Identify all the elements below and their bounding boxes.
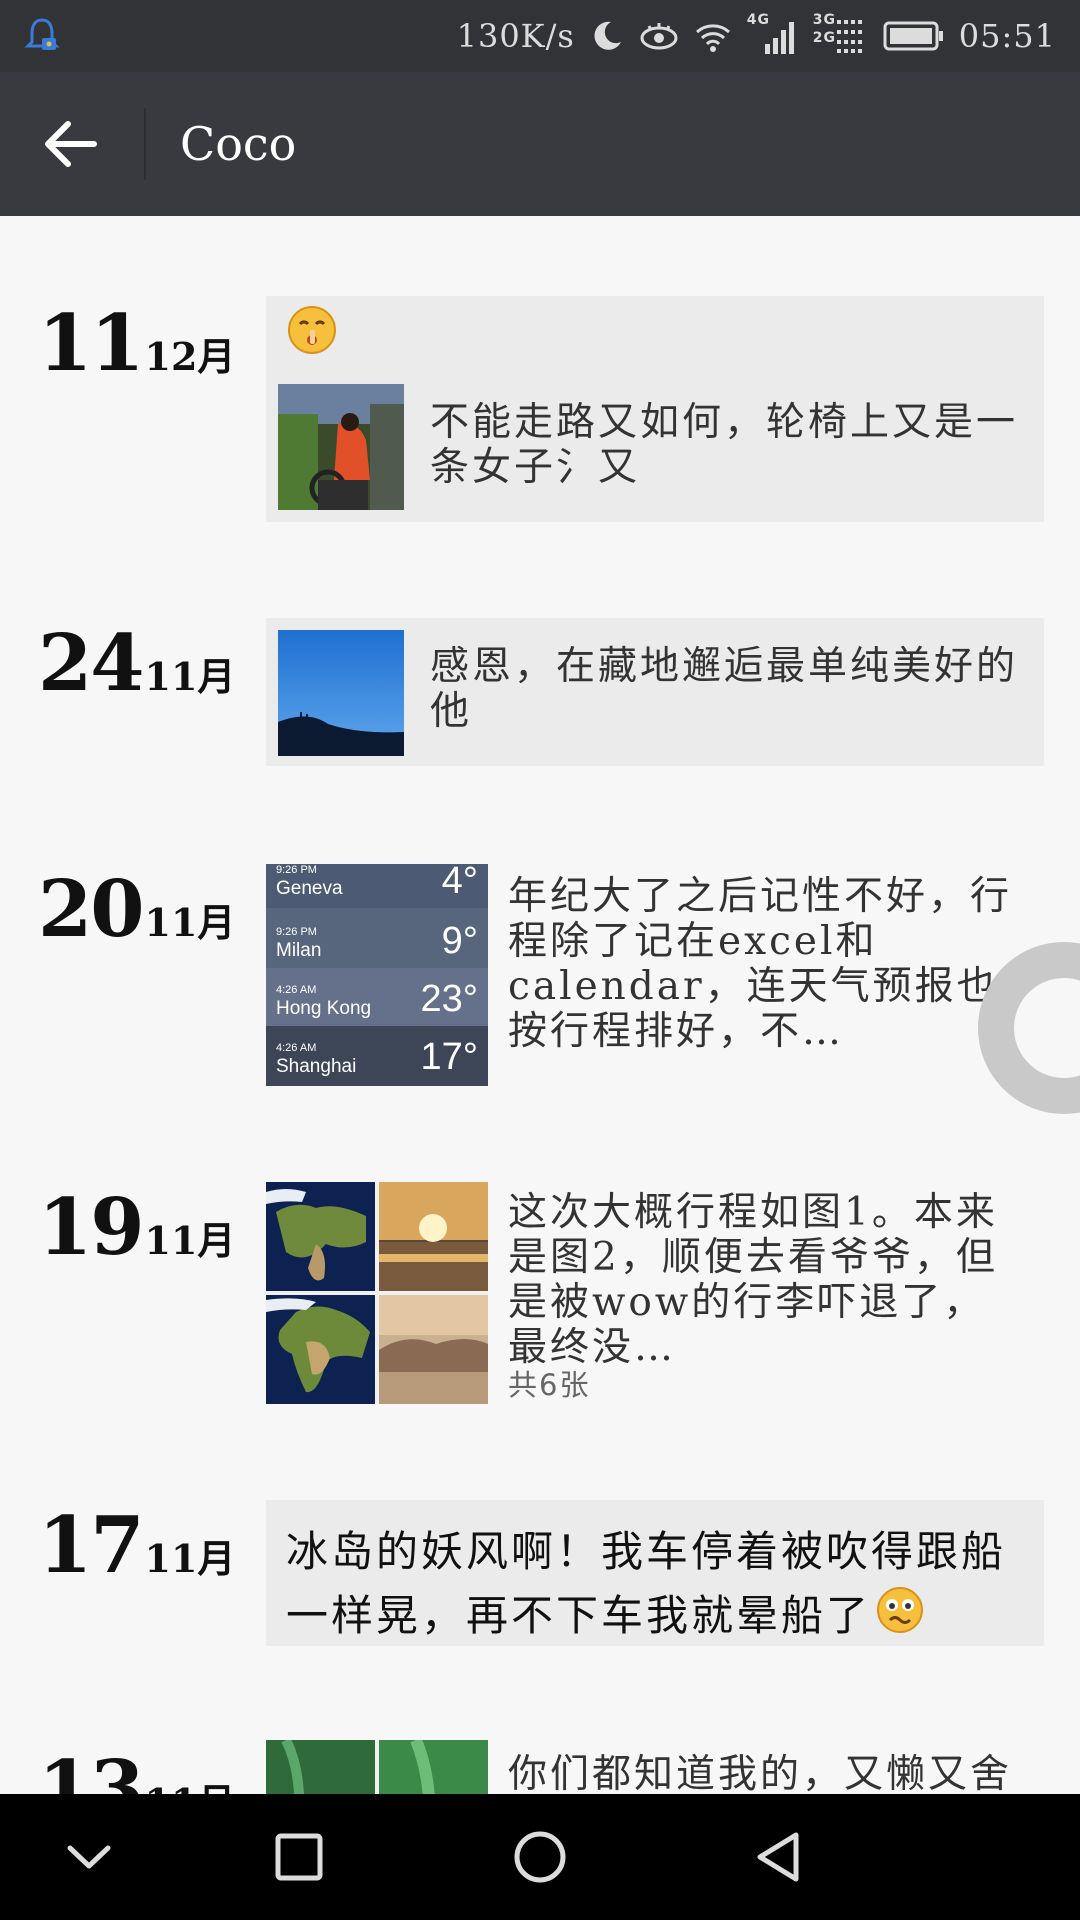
triangle-back-icon xyxy=(757,1832,799,1882)
timeline-post[interactable]: 1911月 这次大概行程如图1。本来是图2，顺便去看爷爷，但是被wow的行李吓退… xyxy=(0,1182,1080,1406)
post-day: 11 xyxy=(38,298,145,389)
post-date: 2011月 xyxy=(38,864,235,955)
clock: 05:51 xyxy=(958,17,1056,55)
post-date: 1311月 xyxy=(38,1744,235,1794)
signal-4g-icon: 4G xyxy=(747,12,799,56)
post-date: 1711月 xyxy=(38,1500,235,1591)
moon-icon xyxy=(589,18,625,54)
post-day: 24 xyxy=(38,618,145,709)
post-thumbnail[interactable] xyxy=(278,630,404,756)
post-day: 13 xyxy=(38,1744,145,1794)
header-divider xyxy=(144,108,146,180)
post-month: 11月 xyxy=(144,1218,236,1263)
woozy-face-emoji xyxy=(875,1585,925,1653)
circle-home-icon xyxy=(514,1831,566,1883)
weather-city: Hong Kong xyxy=(276,998,372,1019)
weather-city: Milan xyxy=(276,940,322,961)
photo-count: 共6张 xyxy=(508,1368,591,1402)
post-text: 这次大概行程如图1。本来是图2，顺便去看爷爷，但是被wow的行李吓退了，最终没… xyxy=(508,1190,998,1370)
post-text: 冰岛的妖风啊！我车停着被吹得跟船一样晃，再不下车我就晕船了 xyxy=(286,1520,1006,1653)
post-month: 11月 xyxy=(144,900,236,945)
signal-3g-icon: 3G 2G xyxy=(813,12,869,56)
post-text: 感恩，在藏地邂逅最单纯美好的他 xyxy=(430,644,1019,734)
chevron-down-icon xyxy=(67,1845,111,1869)
nav-recents-button[interactable] xyxy=(264,1822,334,1892)
post-day: 19 xyxy=(38,1182,145,1273)
notification-bell-icon xyxy=(22,16,62,56)
post-day: 17 xyxy=(38,1500,145,1591)
weather-temp: 4° xyxy=(441,860,478,902)
status-bar: 130K/s 4G 3G 2G 05:51 xyxy=(0,0,1080,72)
eye-icon xyxy=(639,18,679,54)
weather-temp: 17° xyxy=(420,1036,478,1078)
arrow-left-icon xyxy=(45,121,97,167)
timeline-post[interactable]: 1112月 不能走路又如何，轮椅上又是一条女子氵又 xyxy=(0,296,1080,526)
weather-time: 9:26 PM xyxy=(276,926,317,938)
battery-icon xyxy=(883,20,945,52)
photo-grid[interactable] xyxy=(266,1182,488,1404)
weather-temp: 9° xyxy=(441,920,478,962)
back-button[interactable] xyxy=(34,112,106,176)
weather-time: 4:26 AM xyxy=(276,984,317,996)
weather-time: 4:26 AM xyxy=(276,1042,317,1054)
system-nav-bar xyxy=(0,1794,1080,1920)
post-card[interactable]: 冰岛的妖风啊！我车停着被吹得跟船一样晃，再不下车我就晕船了 xyxy=(266,1500,1044,1646)
shush-face-emoji xyxy=(286,304,338,360)
wifi-icon xyxy=(693,18,733,54)
post-text: 你们都知道我的，又懒又舍不 xyxy=(508,1752,1013,1794)
weather-city: Geneva xyxy=(276,878,343,899)
status-right: 130K/s 4G 3G 2G 05:51 xyxy=(456,12,1056,58)
weather-screenshot[interactable]: 9:26 PM Geneva 4° 9:26 PM Milan 9° 4:26 … xyxy=(266,860,488,1086)
timeline-post[interactable]: 2411月 感恩，在藏地邂逅最单纯美好的他 xyxy=(0,618,1080,768)
app-bar: Coco xyxy=(0,72,1080,216)
timeline-post[interactable]: 1311月 你们都知道我的，又懒又舍不 xyxy=(0,1737,1080,1794)
post-day: 20 xyxy=(38,864,145,955)
weather-time: 9:26 PM xyxy=(276,864,317,876)
nav-back-button[interactable] xyxy=(743,1822,813,1892)
photo-grid[interactable] xyxy=(266,1737,488,1794)
nav-chevron-button[interactable] xyxy=(54,1822,124,1892)
square-recents-icon xyxy=(275,1833,323,1881)
timeline-list[interactable]: 1112月 不能走路又如何，轮椅上又是一条女子氵又 2411月 感恩，在藏地邂逅… xyxy=(0,216,1080,1794)
weather-temp: 23° xyxy=(420,978,478,1020)
post-month: 11月 xyxy=(145,1780,236,1794)
network-speed: 130K/s xyxy=(456,17,575,55)
post-month: 11月 xyxy=(144,654,236,699)
timeline-post[interactable]: 2011月 9:26 PM Geneva 4° 9:26 PM Milan 9°… xyxy=(0,860,1080,1086)
weather-city: Shanghai xyxy=(276,1056,357,1077)
post-month: 12月 xyxy=(144,334,236,379)
timeline-post[interactable]: 1711月 冰岛的妖风啊！我车停着被吹得跟船一样晃，再不下车我就晕船了 xyxy=(0,1500,1080,1650)
nav-home-button[interactable] xyxy=(505,1822,575,1892)
post-card[interactable]: 感恩，在藏地邂逅最单纯美好的他 xyxy=(266,618,1044,766)
page-title: Coco xyxy=(180,117,297,171)
post-text: 年纪大了之后记性不好，行程除了记在excel和calendar，连天气预报也按行… xyxy=(508,874,1013,1054)
post-date: 1112月 xyxy=(38,298,235,389)
post-date: 1911月 xyxy=(38,1182,235,1273)
post-card[interactable]: 不能走路又如何，轮椅上又是一条女子氵又 xyxy=(266,296,1044,522)
post-text: 不能走路又如何，轮椅上又是一条女子氵又 xyxy=(430,400,1019,490)
post-month: 11月 xyxy=(144,1536,236,1581)
post-date: 2411月 xyxy=(38,618,235,709)
post-thumbnail[interactable] xyxy=(278,384,404,510)
